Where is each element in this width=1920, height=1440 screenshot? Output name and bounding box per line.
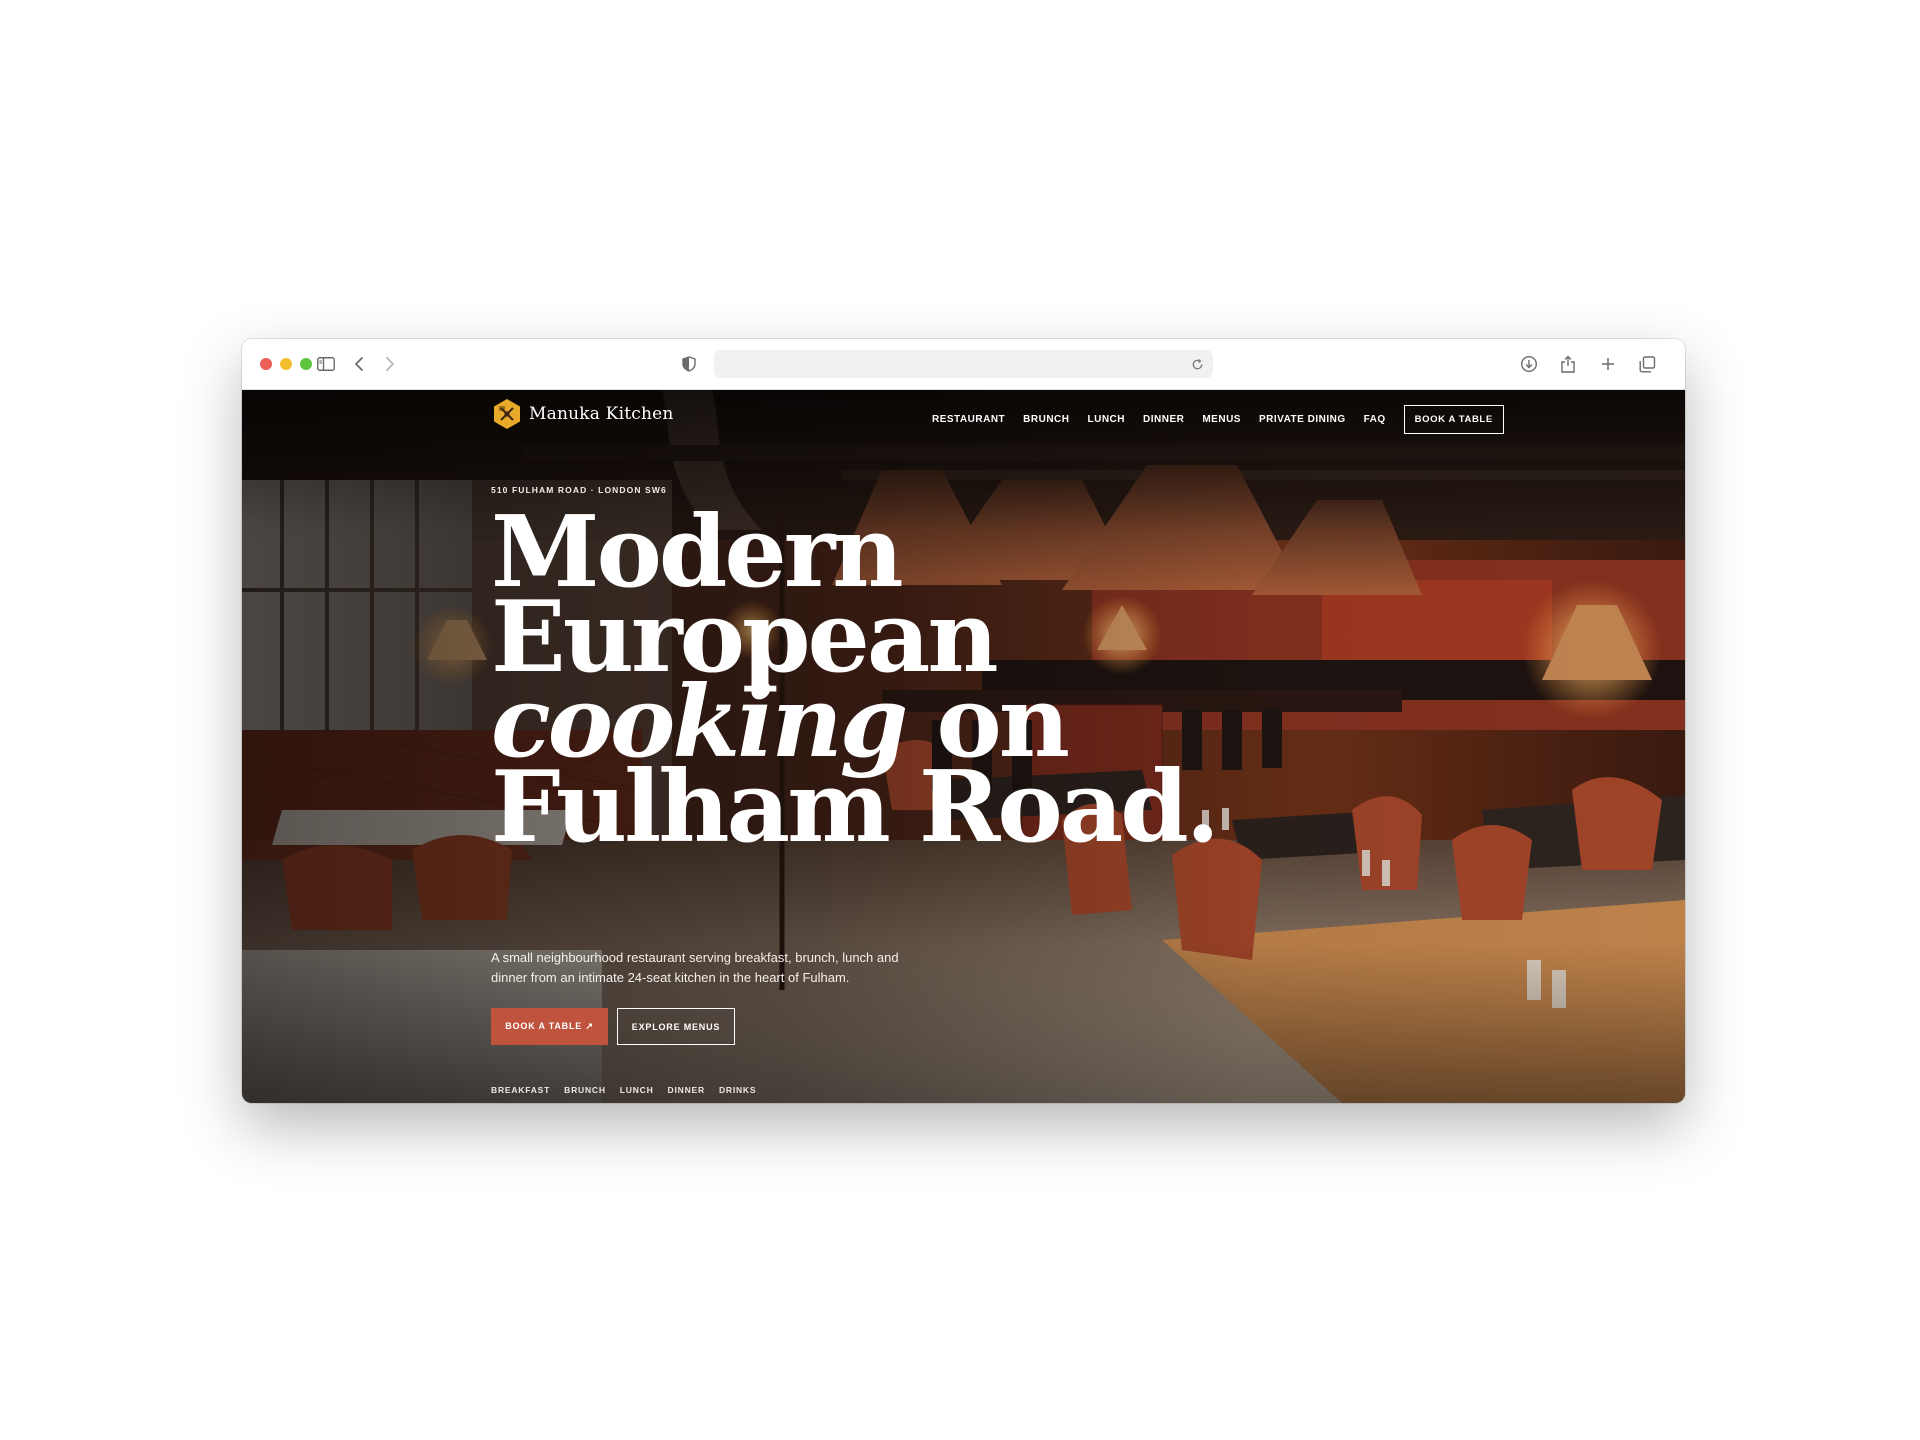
main-nav: RESTAURANT BRUNCH LUNCH DINNER MENUS PRI… [932, 404, 1504, 434]
sidebar-icon[interactable] [315, 353, 337, 375]
headline-line-4: Fulham Road. [491, 750, 1220, 865]
nav-book-table-button[interactable]: BOOK A TABLE [1403, 404, 1504, 434]
hexagon-logo-icon [494, 399, 520, 429]
download-icon[interactable] [1518, 353, 1540, 375]
hero-bottom-shade [242, 943, 1685, 1103]
meal-links: BREAKFAST BRUNCH LUNCH DINNER DRINKS [491, 1085, 770, 1095]
zoom-window-button[interactable] [300, 358, 312, 370]
browser-window: Manuka Kitchen RESTAURANT BRUNCH LUNCH D… [242, 339, 1685, 1103]
hero-headline: Modern European cooking on Fulham Road. [491, 504, 1251, 865]
hero-section: Manuka Kitchen RESTAURANT BRUNCH LUNCH D… [242, 390, 1685, 1103]
nav-item-brunch[interactable]: BRUNCH [1023, 414, 1069, 425]
back-icon[interactable] [348, 353, 370, 375]
nav-item-faq[interactable]: FAQ [1364, 414, 1386, 425]
hero-subtitle: A small neighbourhood restaurant serving… [491, 950, 899, 985]
meal-link-brunch[interactable]: BRUNCH [564, 1085, 606, 1095]
tabs-overview-icon[interactable] [1636, 353, 1658, 375]
share-icon[interactable] [1557, 353, 1579, 375]
browser-toolbar [242, 339, 1685, 390]
site-logo[interactable]: Manuka Kitchen [491, 398, 674, 430]
shield-icon[interactable] [678, 353, 700, 375]
meal-link-dinner[interactable]: DINNER [668, 1085, 705, 1095]
address-bar[interactable] [714, 350, 1213, 378]
meal-link-breakfast[interactable]: BREAKFAST [491, 1085, 550, 1095]
book-a-table-button[interactable]: BOOK A TABLE ↗ [491, 1008, 608, 1045]
nav-item-private-dining[interactable]: PRIVATE DINING [1259, 414, 1346, 425]
meal-link-lunch[interactable]: LUNCH [620, 1085, 654, 1095]
address-eyebrow: 510 FULHAM ROAD · LONDON SW6 [491, 485, 667, 495]
nav-item-menus[interactable]: MENUS [1202, 414, 1241, 425]
close-window-button[interactable] [260, 358, 272, 370]
forward-icon[interactable] [379, 353, 401, 375]
nav-item-lunch[interactable]: LUNCH [1088, 414, 1126, 425]
nav-item-dinner[interactable]: DINNER [1143, 414, 1184, 425]
meal-link-drinks[interactable]: DRINKS [719, 1085, 756, 1095]
minimize-window-button[interactable] [280, 358, 292, 370]
explore-menus-button[interactable]: EXPLORE MENUS [617, 1008, 735, 1045]
brand-name: Manuka Kitchen [529, 404, 674, 424]
nav-item-restaurant[interactable]: RESTAURANT [932, 414, 1005, 425]
reload-icon[interactable] [1187, 354, 1207, 374]
new-tab-icon[interactable] [1597, 353, 1619, 375]
